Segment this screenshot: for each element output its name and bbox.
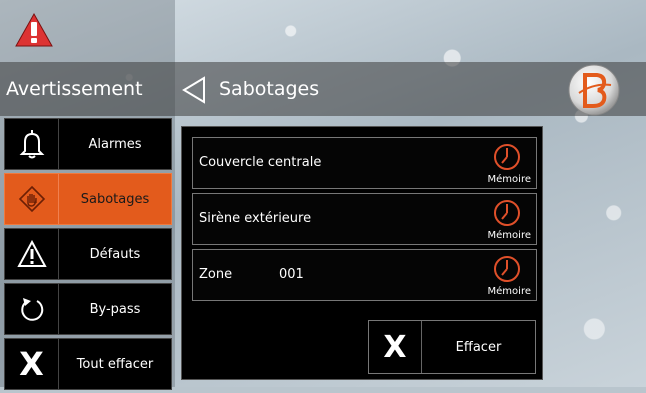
event-row[interactable]: Couvercle centrale Mémoire <box>192 137 537 189</box>
x-glyph: X <box>19 345 44 383</box>
page-title: Sabotages <box>219 78 320 100</box>
brand-logo <box>568 64 620 116</box>
section-title: Avertissement <box>6 78 143 100</box>
back-arrow-icon[interactable] <box>181 76 207 104</box>
menu-item-tout-effacer[interactable]: X Tout effacer <box>4 338 172 390</box>
rotate-arrow-icon <box>5 284 59 334</box>
x-icon: X <box>5 339 59 389</box>
menu-item-by-pass[interactable]: By-pass <box>4 283 172 335</box>
effacer-label: Effacer <box>455 339 502 355</box>
event-row[interactable]: Zone 001 Mémoire <box>192 249 537 301</box>
event-row[interactable]: Sirène extérieure Mémoire <box>192 193 537 245</box>
menu-item-alarmes[interactable]: Alarmes <box>4 118 172 170</box>
menu-label: Tout effacer <box>76 356 154 372</box>
menu-label: Sabotages <box>80 191 150 207</box>
clock-icon <box>494 144 520 170</box>
warning-icon <box>5 229 59 279</box>
memory-label: Mémoire <box>487 230 531 241</box>
events-panel: Couvercle centrale Mémoire Sirène extéri… <box>181 126 543 380</box>
event-name: Sirène extérieure <box>199 211 312 226</box>
event-name: Zone <box>199 267 233 282</box>
x-icon: X <box>369 321 422 373</box>
clock-icon <box>494 200 520 226</box>
menu-item-defauts[interactable]: Défauts <box>4 228 172 280</box>
clock-icon <box>494 256 520 282</box>
zone-number: 001 <box>279 267 304 282</box>
menu-item-sabotages[interactable]: Sabotages <box>4 173 172 225</box>
event-name: Couvercle centrale <box>199 155 322 170</box>
menu-label: By-pass <box>89 301 141 317</box>
menu-label: Alarmes <box>88 136 142 152</box>
side-menu: Alarmes Sabotages Défauts By-pass X Tout… <box>4 118 172 393</box>
effacer-button[interactable]: X Effacer <box>368 320 536 374</box>
memory-label: Mémoire <box>487 174 531 185</box>
hand-tamper-icon <box>5 174 59 224</box>
warning-triangle-icon[interactable] <box>14 12 54 50</box>
bell-icon <box>5 119 59 169</box>
menu-label: Défauts <box>89 246 141 262</box>
memory-label: Mémoire <box>487 286 531 297</box>
